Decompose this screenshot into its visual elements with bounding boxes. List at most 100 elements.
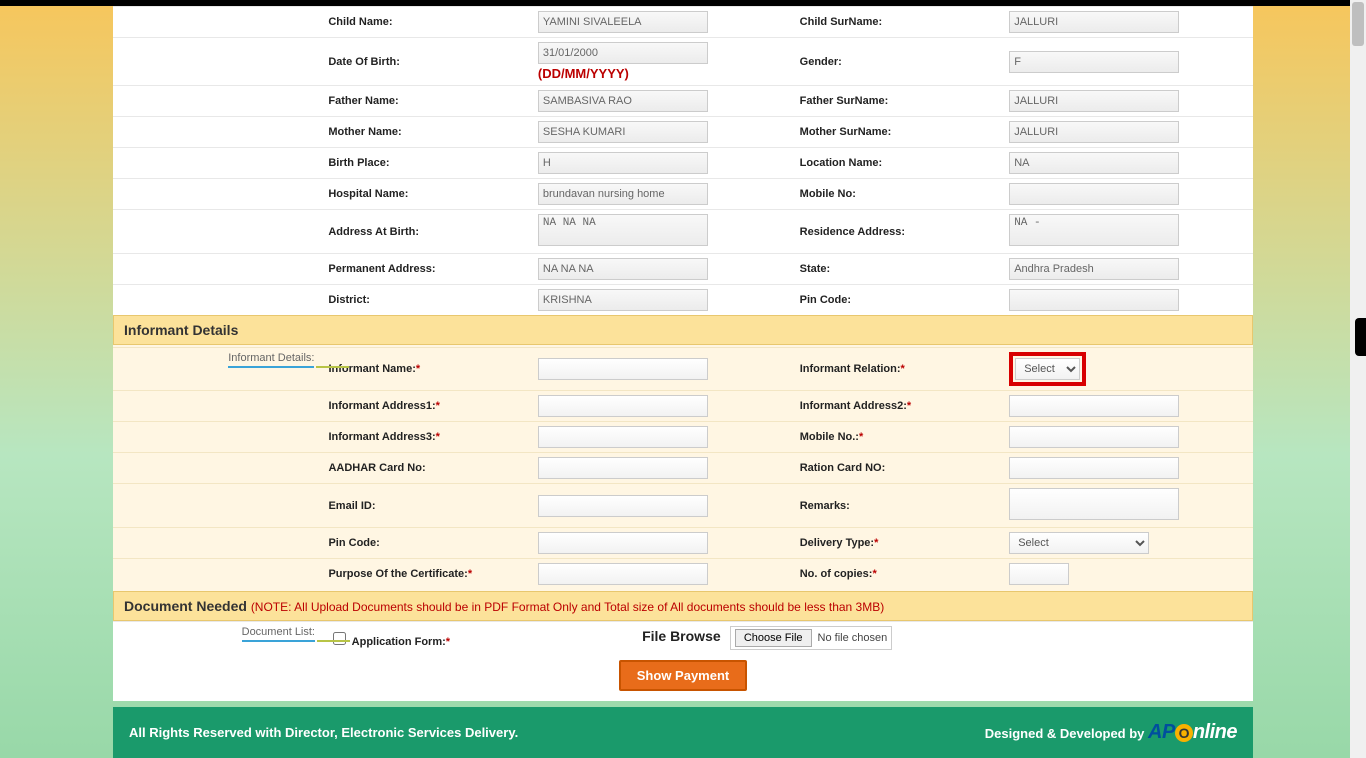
child-name-input (538, 11, 708, 33)
aadhar-label: AADHAR Card No: (322, 453, 532, 484)
aadhar-input[interactable] (538, 457, 708, 479)
dob-label: Date Of Birth: (322, 38, 532, 86)
informant-table: Informant Details: Informant Name:* Info… (113, 347, 1253, 589)
residence-address-input: NA - (1009, 214, 1179, 246)
informant-pin-input[interactable] (538, 532, 708, 554)
informant-addr3-label: Informant Address3: (328, 431, 435, 443)
document-side-label: Document List: (242, 626, 315, 642)
district-label: District: (322, 285, 532, 316)
informant-section-body: Informant Details: Informant Name:* Info… (113, 345, 1253, 591)
copies-label: No. of copies: (800, 568, 873, 580)
document-section-header: Document Needed (NOTE: All Upload Docume… (113, 591, 1253, 621)
district-input (538, 289, 708, 311)
mother-name-input (538, 121, 708, 143)
address-birth-input: NA NA NA (538, 214, 708, 246)
ration-label: Ration Card NO: (794, 453, 1004, 484)
required-mark: * (436, 400, 440, 412)
location-name-label: Location Name: (794, 148, 1004, 179)
informant-relation-highlight: Select (1009, 352, 1086, 386)
informant-addr1-input[interactable] (538, 395, 708, 417)
informant-relation-select[interactable]: Select (1015, 358, 1080, 380)
father-surname-input (1009, 90, 1179, 112)
location-name-input (1009, 152, 1179, 174)
informant-relation-label: Informant Relation: (800, 363, 901, 375)
required-mark: * (859, 431, 863, 443)
dob-format-hint: (DD/MM/YYYY) (538, 66, 776, 81)
informant-mobile-input[interactable] (1009, 426, 1179, 448)
page-footer: All Rights Reserved with Director, Elect… (113, 707, 1253, 758)
delivery-type-select[interactable]: Select (1009, 532, 1149, 554)
informant-pin-label: Pin Code: (322, 528, 532, 559)
email-input[interactable] (538, 495, 708, 517)
permanent-address-label: Permanent Address: (322, 254, 532, 285)
required-mark: * (416, 363, 420, 375)
application-form-label: Application Form: (352, 636, 446, 648)
file-input-wrapper[interactable]: Choose File No file chosen (730, 626, 892, 650)
applicant-table: Child Name: Child SurName: Date Of Birth… (113, 6, 1253, 315)
father-name-label: Father Name: (322, 86, 532, 117)
show-payment-button[interactable]: Show Payment (619, 660, 747, 691)
required-mark: * (436, 431, 440, 443)
pin-code-label: Pin Code: (794, 285, 1004, 316)
footer-credit: Designed & Developed by APOnline (985, 721, 1237, 744)
dob-input (538, 42, 708, 64)
footer-copyright: All Rights Reserved with Director, Elect… (129, 725, 518, 740)
state-input (1009, 258, 1179, 280)
delivery-type-label: Delivery Type: (800, 537, 874, 549)
child-surname-label: Child SurName: (794, 7, 1004, 38)
file-browse-label: File Browse (642, 628, 721, 644)
informant-addr1-label: Informant Address1: (328, 400, 435, 412)
copies-input[interactable] (1009, 563, 1069, 585)
mobile-no-label: Mobile No: (794, 179, 1004, 210)
permanent-address-input (538, 258, 708, 280)
birth-place-label: Birth Place: (322, 148, 532, 179)
required-mark: * (446, 636, 450, 648)
informant-addr2-label: Informant Address2: (800, 400, 907, 412)
hospital-name-label: Hospital Name: (322, 179, 532, 210)
gender-label: Gender: (794, 38, 1004, 86)
side-flyout-tab[interactable] (1355, 318, 1366, 356)
mother-surname-input (1009, 121, 1179, 143)
purpose-input[interactable] (538, 563, 708, 585)
informant-name-label: Informant Name: (328, 363, 415, 375)
address-birth-label: Address At Birth: (322, 210, 532, 254)
birth-place-input (538, 152, 708, 174)
remarks-input[interactable] (1009, 488, 1179, 520)
father-surname-label: Father SurName: (794, 86, 1004, 117)
document-section-title: Document Needed (124, 598, 247, 614)
ration-input[interactable] (1009, 457, 1179, 479)
purpose-label: Purpose Of the Certificate: (328, 568, 467, 580)
father-name-input (538, 90, 708, 112)
required-mark: * (901, 363, 905, 375)
informant-mobile-label: Mobile No.: (800, 431, 859, 443)
required-mark: * (874, 537, 878, 549)
state-label: State: (794, 254, 1004, 285)
aponline-logo: APOnline (1148, 721, 1237, 743)
mother-name-label: Mother Name: (322, 117, 532, 148)
informant-addr2-input[interactable] (1009, 395, 1179, 417)
informant-section-header: Informant Details (113, 315, 1253, 345)
mother-surname-label: Mother SurName: (794, 117, 1004, 148)
document-section-note: (NOTE: All Upload Documents should be in… (251, 600, 884, 614)
email-label: Email ID: (322, 484, 532, 528)
informant-side-label: Informant Details: (228, 352, 314, 368)
gender-input (1009, 51, 1179, 73)
residence-address-label: Residence Address: (794, 210, 1004, 254)
form-container: Child Name: Child SurName: Date Of Birth… (113, 6, 1253, 701)
required-mark: * (872, 568, 876, 580)
file-status-text: No file chosen (818, 632, 888, 644)
required-mark: * (907, 400, 911, 412)
child-name-label: Child Name: (322, 7, 532, 38)
required-mark: * (468, 568, 472, 580)
remarks-label: Remarks: (794, 484, 1004, 528)
child-surname-input (1009, 11, 1179, 33)
pin-code-input (1009, 289, 1179, 311)
informant-addr3-input[interactable] (538, 426, 708, 448)
choose-file-button[interactable]: Choose File (735, 629, 812, 647)
scrollbar[interactable] (1350, 0, 1366, 758)
hospital-name-input (538, 183, 708, 205)
scrollbar-thumb[interactable] (1352, 2, 1364, 46)
document-table: Document List: Application Form:* File B… (113, 621, 1253, 654)
application-form-checkbox[interactable] (333, 632, 346, 645)
informant-name-input[interactable] (538, 358, 708, 380)
